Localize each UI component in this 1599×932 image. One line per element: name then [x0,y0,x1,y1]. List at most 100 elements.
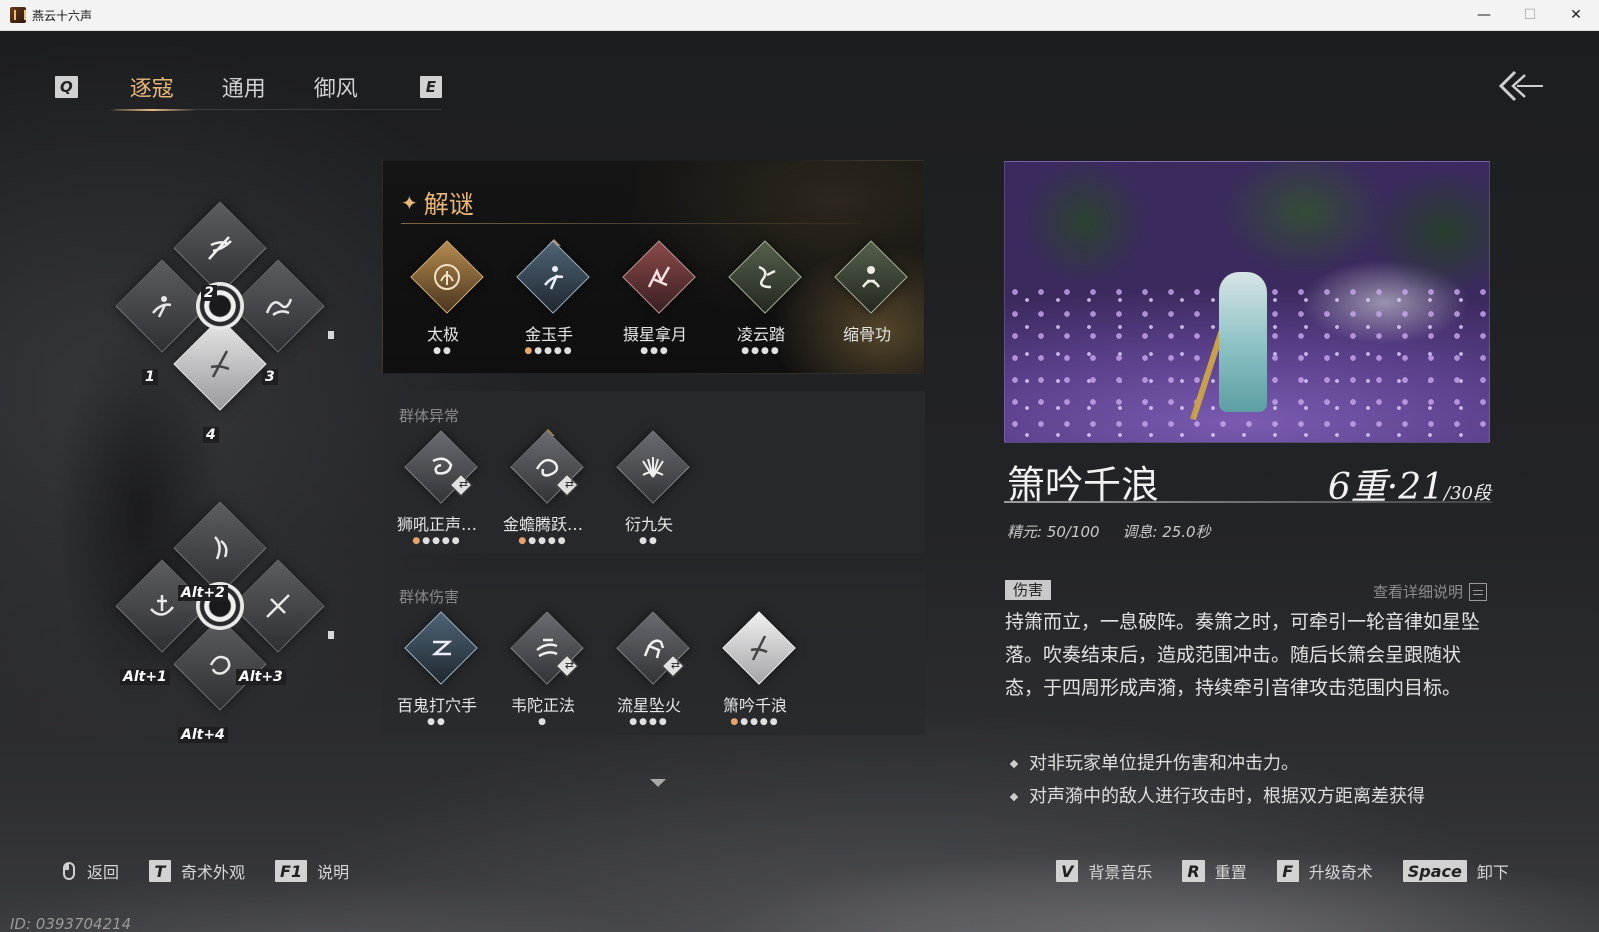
level-dot: ● [770,346,781,356]
level-dot: ● [759,717,770,727]
tab-tongyong[interactable]: 通用 [218,71,270,103]
scroll-down-icon[interactable] [650,779,666,787]
skill-yanjiushi[interactable]: 衍九矢 ●● [599,430,699,548]
skill-baiguidaxueshou[interactable]: 百鬼打穴手 ●● [387,611,487,729]
level-dot: ● [658,717,669,727]
key-f: F [1276,860,1299,882]
effect-text: 对非玩家单位提升伤害和冲击力。 [1029,753,1299,774]
hint-upgrade[interactable]: F 升级奇术 [1276,859,1373,883]
hint-back[interactable]: 返回 [63,859,119,883]
puzzle-header: ✦ 解谜 [401,185,474,221]
skill-level-dots: ●●●● [711,346,811,358]
wheel-side-marker [328,331,334,339]
hint-bgm[interactable]: V 背景音乐 [1056,859,1152,883]
game-viewport: Q 逐寇 通用 御风 E 2 1 3 4 Alt+2 Alt+1 Alt+3 A… [0,31,1599,932]
app-icon [10,7,26,23]
level-dot: ● [649,536,659,546]
hint-label: 返回 [87,863,120,882]
puzzle-section: ✦ 解谜 太极 ●● 金玉手 ●●●●● 摄星拿月 ●●● 凌云踏 ●●●● 缩… [382,160,925,374]
skill-lingyunta[interactable]: 凌云踏 ●●●● [711,240,811,358]
view-details-label: 查看详细说明 [1372,583,1463,601]
alt-slot-1-glyph [129,573,195,639]
skill-stats: 精元: 50/100 调息: 25.0秒 [1007,521,1229,542]
key-f1: F1 [275,860,308,882]
skill-taiji[interactable]: 太极 ●● [393,240,493,358]
puzzle-divider [401,223,861,224]
back-arrow-icon[interactable] [1497,69,1545,103]
level-dot: ● [769,717,780,727]
hint-help[interactable]: F1 说明 [275,859,349,883]
section-title: 群体伤害 [399,588,460,606]
player-id: ID: 0393704214 [10,915,132,932]
group-abnormal-section: 群体异常 狮吼正声… ●●●●● 金蟾腾跃… ●●●●● [382,391,925,554]
key-r: R [1182,860,1205,882]
hint-label: 升级奇术 [1308,863,1373,882]
flute-icon [733,622,785,674]
window-titlebar: 燕云十六声 — ☐ ✕ [0,0,1599,31]
skill-name: 百鬼打穴手 [396,696,477,715]
level-dot: ● [443,346,453,356]
skill-level-dots: ●● [393,346,493,358]
tab-underline [115,109,442,110]
skill-level-dots: ●● [599,536,699,548]
hint-label: 卸下 [1476,863,1509,882]
hints-right: V 背景音乐 R 重置 F 升级奇术 Space 卸下 [1056,859,1509,883]
alt-slot-number-1: Alt+1 [120,669,170,685]
skill-level-dots: ●●●●● [705,717,805,729]
suogugong-icon [845,251,897,303]
level-dot: ● [422,536,433,546]
minimize-button[interactable]: — [1461,0,1507,31]
group-damage-section: 群体伤害 百鬼打穴手 ●● 韦陀正法 ● [382,572,925,735]
lingyunta-icon [739,251,791,303]
energy-cost: 精元: 50/100 [1007,523,1100,541]
level-dot: ● [553,346,564,356]
skill-suogugong[interactable]: 缩骨功 [817,240,917,358]
level-dot: ● [427,717,437,727]
level-dot: ● [557,536,568,546]
level-dot: ● [528,536,539,546]
skill-weituozhengfa[interactable]: 韦陀正法 ● [493,611,593,729]
level-dot: ● [639,717,649,727]
skill-preview-image [1004,161,1490,443]
skill-name: 凌云踏 [736,325,785,344]
tab-zhukou[interactable]: 逐寇 [107,71,196,111]
skill-effects-list: 对非玩家单位提升伤害和冲击力。 对声漪中的敌人进行攻击时，根据双方距离差获得 [1005,747,1505,813]
close-button[interactable]: ✕ [1553,0,1599,31]
level-dot: ● [518,536,529,546]
alt-slot-number-2: Alt+2 [178,585,228,601]
next-tab-key[interactable]: E [419,76,442,98]
slot-number-1: 1 [142,369,158,385]
skill-level-dots: ●●●●● [493,536,593,548]
tab-yufeng[interactable]: 御风 [310,71,362,103]
skill-type-tag: 伤害 [1005,580,1052,600]
alt-slot-number-4: Alt+4 [178,727,228,743]
maximize-button[interactable]: ☐ [1507,0,1553,31]
skill-shihouzhengsheng[interactable]: 狮吼正声… ●●●●● [387,430,487,548]
prev-tab-key[interactable]: Q [55,76,78,98]
hint-reset[interactable]: R 重置 [1182,859,1247,883]
skill-level-dots: ●●● [605,346,705,358]
puzzle-title: 解谜 [423,190,474,219]
section-title: 群体异常 [399,407,460,425]
level-dot: ● [730,717,741,727]
skill-name: 箫吟千浪 [722,696,787,715]
skill-xiaoyinqianlang[interactable]: 箫吟千浪 ●●●●● [705,611,805,729]
wheel-slot-4-glyph [187,331,253,397]
taiji-icon [421,251,473,303]
hint-unequip[interactable]: Space 卸下 [1402,859,1509,883]
level-dot: ● [451,536,462,546]
skill-name: 狮吼正声… [396,515,477,534]
skill-shexingnayue[interactable]: 摄星拿月 ●●● [605,240,705,358]
level-dot: ● [629,717,640,727]
view-details-link[interactable]: 查看详细说明 [1373,581,1487,602]
hint-label: 重置 [1214,863,1247,882]
level-dot: ● [650,346,660,356]
hint-appearance[interactable]: T 奇术外观 [149,859,245,883]
skill-level-dots: ●●●●● [387,536,487,548]
skill-liuxingzhuihuo[interactable]: 流星坠火 ●●●● [599,611,699,729]
effect-item: 对非玩家单位提升伤害和冲击力。 [1005,747,1505,780]
window-title: 燕云十六声 [32,8,93,23]
skill-jinyushou[interactable]: 金玉手 ●●●●● [499,239,599,358]
skill-jinchantengyue[interactable]: 金蟾腾跃… ●●●●● [493,429,593,548]
level-dot: ● [659,346,670,356]
